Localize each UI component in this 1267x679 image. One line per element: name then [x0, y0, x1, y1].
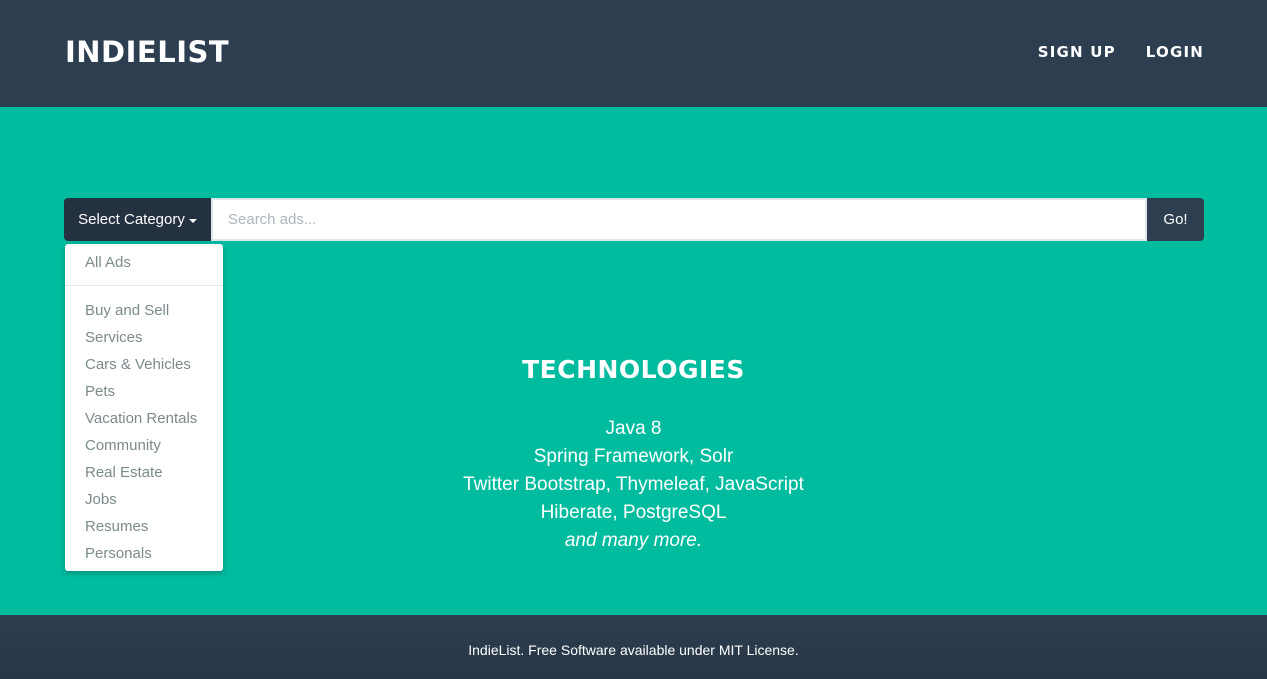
dropdown-item-services[interactable]: Services [65, 327, 223, 354]
login-link[interactable]: LOGIN [1146, 43, 1204, 61]
technologies-title: TECHNOLOGIES [522, 355, 745, 384]
brand-logo[interactable]: INDIELIST [65, 34, 229, 70]
select-category-label: Select Category [78, 211, 185, 228]
nav-links: SIGN UP LOGIN [1038, 43, 1204, 61]
tech-line: Hiberate, PostgreSQL [540, 502, 727, 523]
search-bar: Select Category Go! [64, 198, 1204, 241]
tech-closing-line: and many more. [564, 530, 703, 551]
sign-up-link[interactable]: SIGN UP [1038, 43, 1116, 61]
footer-text: IndieList. Free Software available under… [468, 642, 799, 658]
technologies-section: TECHNOLOGIES Java 8 Spring Framework, So… [0, 353, 1267, 555]
tech-line: Twitter Bootstrap, Thymeleaf, JavaScript [463, 474, 804, 495]
tech-line: Spring Framework, Solr [533, 446, 734, 467]
dropdown-divider [65, 285, 223, 286]
tech-line: Java 8 [605, 418, 662, 439]
navbar: INDIELIST SIGN UP LOGIN [0, 0, 1267, 107]
footer: IndieList. Free Software available under… [0, 615, 1267, 679]
search-input[interactable] [211, 198, 1147, 241]
dropdown-item-all-ads[interactable]: All Ads [65, 252, 223, 278]
go-button[interactable]: Go! [1147, 198, 1204, 241]
select-category-button[interactable]: Select Category [64, 198, 211, 241]
caret-down-icon [188, 218, 197, 223]
dropdown-item-buy-and-sell[interactable]: Buy and Sell [65, 300, 223, 327]
